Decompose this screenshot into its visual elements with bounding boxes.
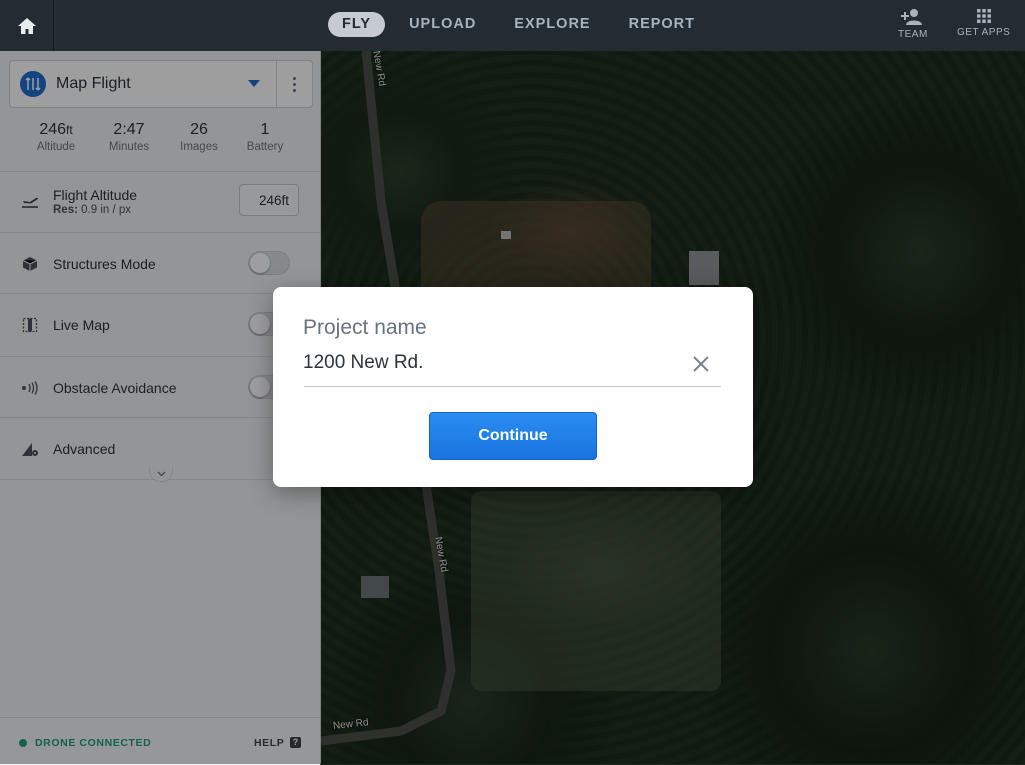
clear-button[interactable] xyxy=(691,354,711,374)
team-label: TEAM xyxy=(898,29,928,40)
close-icon xyxy=(693,356,709,372)
add-team-icon xyxy=(900,9,922,25)
project-name-dialog: Project name Continue xyxy=(273,287,753,487)
grid-apps-icon xyxy=(976,9,991,23)
tab-explore[interactable]: EXPLORE xyxy=(500,12,604,37)
main-nav: FLY UPLOAD EXPLORE REPORT xyxy=(328,12,719,37)
get-apps-label: GET APPS xyxy=(957,27,1011,38)
tab-report[interactable]: REPORT xyxy=(615,12,709,37)
top-bar: FLY UPLOAD EXPLORE REPORT TEAM GET APPS xyxy=(0,0,1025,51)
project-name-label: Project name xyxy=(303,316,427,339)
continue-button[interactable]: Continue xyxy=(429,412,597,460)
tab-upload[interactable]: UPLOAD xyxy=(395,12,490,37)
get-apps-button[interactable]: GET APPS xyxy=(957,8,1010,38)
project-name-input[interactable] xyxy=(303,350,693,376)
input-underline xyxy=(304,386,721,387)
home-icon xyxy=(17,17,36,34)
tab-fly[interactable]: FLY xyxy=(328,12,386,37)
team-button[interactable]: TEAM xyxy=(898,8,928,40)
home-button[interactable] xyxy=(0,0,54,51)
